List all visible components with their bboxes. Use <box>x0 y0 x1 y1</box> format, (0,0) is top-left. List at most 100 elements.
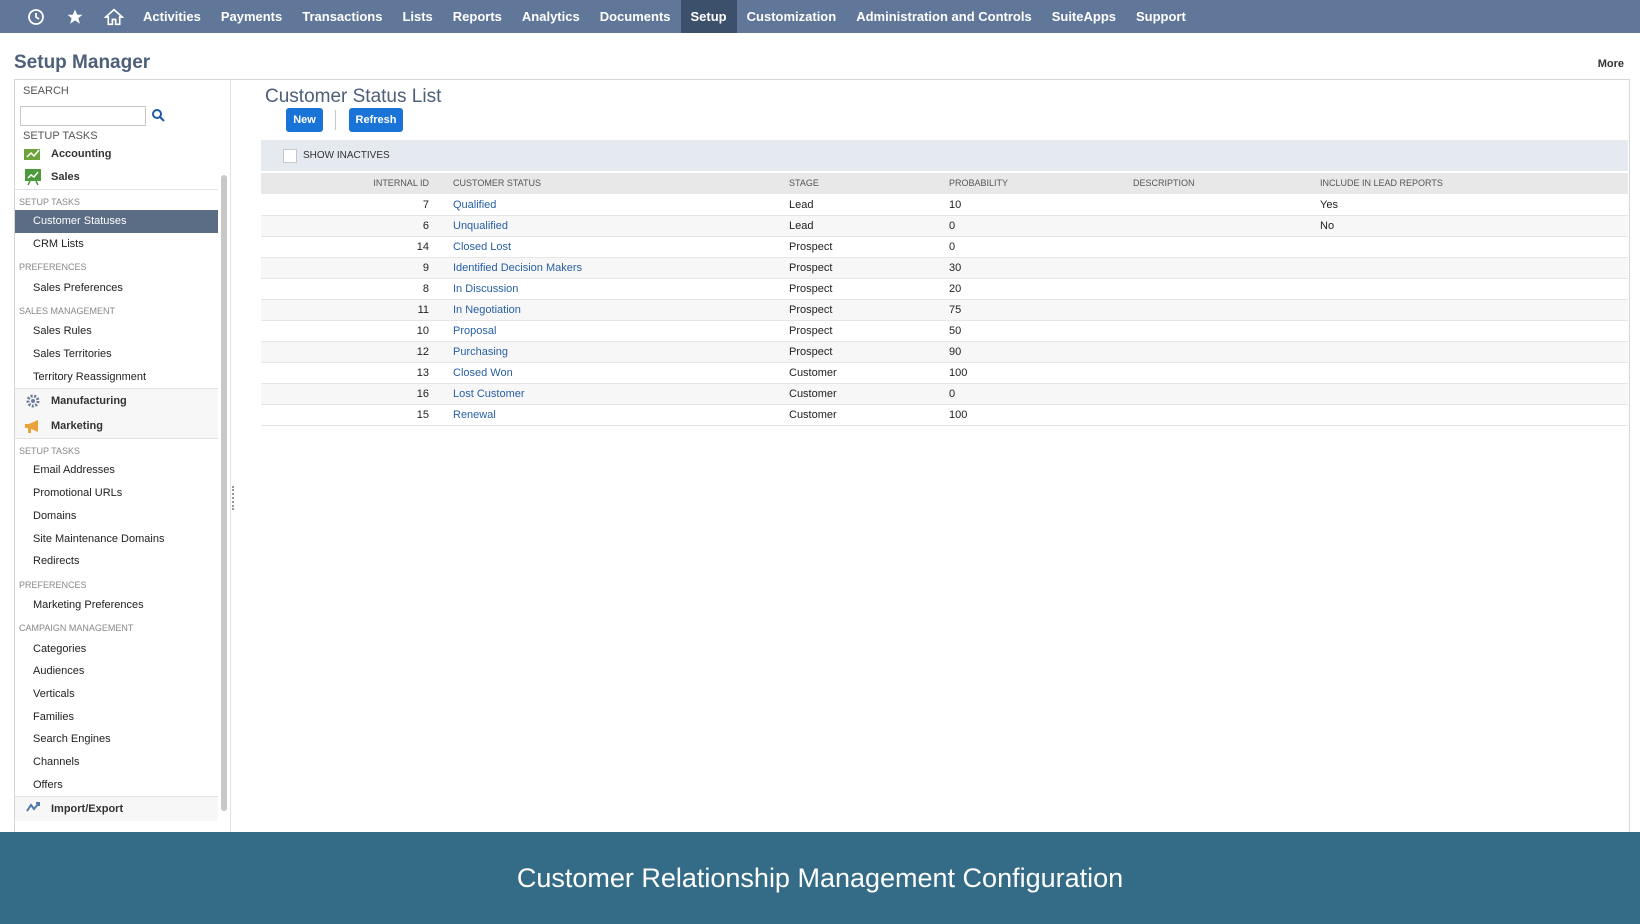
customer-status-link[interactable]: Purchasing <box>453 342 508 362</box>
sidebar-category-import-export[interactable]: Import/Export <box>15 796 218 822</box>
customer-status-link[interactable]: Closed Lost <box>453 237 511 257</box>
column-probability[interactable]: PROBABILITY <box>949 173 1008 194</box>
nav-customization[interactable]: Customization <box>737 0 847 33</box>
nav-documents[interactable]: Documents <box>590 0 681 33</box>
import-export-icon <box>23 800 43 818</box>
setup-tasks-label: SETUP TASKS <box>23 130 98 142</box>
table-header: INTERNAL ID CUSTOMER STATUS STAGE PROBAB… <box>261 173 1628 194</box>
customer-status-link[interactable]: In Negotiation <box>453 300 521 320</box>
stage-cell: Prospect <box>789 241 833 253</box>
sidebar-item-email-addresses[interactable]: Email Addresses <box>15 459 218 482</box>
gear-icon <box>23 392 43 410</box>
customer-status-link[interactable]: Closed Won <box>453 363 513 383</box>
button-divider <box>335 110 336 130</box>
refresh-button[interactable]: Refresh <box>349 108 403 132</box>
history-icon[interactable] <box>16 0 55 33</box>
sidebar-item-audiences[interactable]: Audiences <box>15 660 218 683</box>
customer-status-link[interactable]: Renewal <box>453 405 496 425</box>
stage-cell: Lead <box>789 199 814 211</box>
sidebar-item-redirects[interactable]: Redirects <box>15 550 218 573</box>
nav-lists[interactable]: Lists <box>392 0 442 33</box>
sidebar-category-label: Manufacturing <box>51 395 127 408</box>
nav-analytics[interactable]: Analytics <box>512 0 590 33</box>
stage-cell: Prospect <box>789 283 833 295</box>
star-icon[interactable] <box>55 0 94 33</box>
internal-id-cell: 11 <box>417 304 429 316</box>
sidebar-scrollbar[interactable] <box>221 175 227 811</box>
sidebar-category-label: Accounting <box>51 148 112 160</box>
table-row: 6 Unqualified Lead 0 No <box>261 216 1628 237</box>
sidebar-category-accounting[interactable]: Accounting <box>15 144 218 164</box>
customer-status-link[interactable]: Lost Customer <box>453 384 525 404</box>
more-link[interactable]: More <box>1598 58 1624 70</box>
pane-resize-handle[interactable] <box>232 486 234 510</box>
list-title: Customer Status List <box>265 86 442 107</box>
table-row: 7 Qualified Lead 10 Yes <box>261 195 1628 216</box>
nav-activities[interactable]: Activities <box>133 0 211 33</box>
status-table-body: 7 Qualified Lead 10 Yes 6 Unqualified Le… <box>261 195 1628 426</box>
nav-suiteapps[interactable]: SuiteApps <box>1042 0 1126 33</box>
column-internal-id[interactable]: INTERNAL ID <box>261 173 429 194</box>
stage-cell: Prospect <box>789 346 833 358</box>
column-customer-status[interactable]: CUSTOMER STATUS <box>453 173 541 194</box>
sidebar-item-site-maintenance-domains[interactable]: Site Maintenance Domains <box>15 527 218 550</box>
stage-cell: Prospect <box>789 304 833 316</box>
column-stage[interactable]: STAGE <box>789 173 819 194</box>
nav-transactions[interactable]: Transactions <box>292 0 392 33</box>
table-row: 12 Purchasing Prospect 90 <box>261 342 1628 363</box>
internal-id-cell: 10 <box>416 325 429 337</box>
customer-status-link[interactable]: Unqualified <box>453 216 508 236</box>
nav-support[interactable]: Support <box>1126 0 1196 33</box>
sidebar-item-sales-preferences[interactable]: Sales Preferences <box>15 276 218 299</box>
megaphone-icon <box>23 417 43 435</box>
probability-cell: 0 <box>949 220 956 232</box>
search-icon[interactable] <box>151 108 167 124</box>
table-row: 11 In Negotiation Prospect 75 <box>261 300 1628 321</box>
column-description[interactable]: DESCRIPTION <box>1133 173 1195 194</box>
nav-administration[interactable]: Administration and Controls <box>846 0 1042 33</box>
sidebar-item-territory-reassignment[interactable]: Territory Reassignment <box>15 365 218 388</box>
customer-status-link[interactable]: In Discussion <box>453 279 518 299</box>
sidebar-item-categories[interactable]: Categories <box>15 637 218 660</box>
sidebar-item-marketing-preferences[interactable]: Marketing Preferences <box>15 594 218 617</box>
section-preferences: PREFERENCES <box>19 579 87 590</box>
internal-id-cell: 13 <box>416 367 429 379</box>
sidebar-item-sales-rules[interactable]: Sales Rules <box>15 320 218 343</box>
sidebar-item-offers[interactable]: Offers <box>15 773 218 796</box>
stage-cell: Customer <box>789 388 837 400</box>
sidebar-item-promotional-urls[interactable]: Promotional URLs <box>15 482 218 505</box>
sidebar-item-channels[interactable]: Channels <box>15 751 218 774</box>
sidebar-item-verticals[interactable]: Verticals <box>15 683 218 706</box>
internal-id-cell: 16 <box>416 388 429 400</box>
home-icon[interactable] <box>94 0 133 33</box>
customer-status-link[interactable]: Identified Decision Makers <box>453 258 582 278</box>
sales-icon <box>23 168 43 186</box>
search-input[interactable] <box>20 106 146 126</box>
sidebar-category-manufacturing[interactable]: Manufacturing <box>15 388 218 414</box>
nav-reports[interactable]: Reports <box>443 0 512 33</box>
nav-payments[interactable]: Payments <box>211 0 292 33</box>
customer-status-link[interactable]: Qualified <box>453 195 496 215</box>
section-setup-tasks: SETUP TASKS <box>15 438 218 459</box>
new-button[interactable]: New <box>286 108 323 132</box>
customer-status-link[interactable]: Proposal <box>453 321 496 341</box>
sidebar-category-sales[interactable]: Sales <box>15 164 218 189</box>
sidebar-item-crm-lists[interactable]: CRM Lists <box>15 233 218 256</box>
show-inactives-checkbox[interactable] <box>283 148 297 163</box>
caption-banner: Customer Relationship Management Configu… <box>0 832 1640 924</box>
sidebar-category-marketing[interactable]: Marketing <box>15 413 218 439</box>
stage-cell: Customer <box>789 367 837 379</box>
sidebar-item-sales-territories[interactable]: Sales Territories <box>15 343 218 366</box>
probability-cell: 30 <box>949 262 962 274</box>
nav-setup[interactable]: Setup <box>680 0 737 33</box>
table-row: 15 Renewal Customer 100 <box>261 405 1628 426</box>
probability-cell: 100 <box>949 367 968 379</box>
sidebar-item-domains[interactable]: Domains <box>15 505 218 528</box>
section-setup-tasks: SETUP TASKS <box>15 189 218 210</box>
section-preferences: PREFERENCES <box>19 262 87 273</box>
column-include-in-lead-reports[interactable]: INCLUDE IN LEAD REPORTS <box>1320 173 1443 194</box>
sidebar-item-families[interactable]: Families <box>15 705 218 728</box>
internal-id-cell: 9 <box>422 262 429 274</box>
sidebar-item-customer-statuses[interactable]: Customer Statuses <box>15 210 218 233</box>
sidebar-item-search-engines[interactable]: Search Engines <box>15 728 218 751</box>
